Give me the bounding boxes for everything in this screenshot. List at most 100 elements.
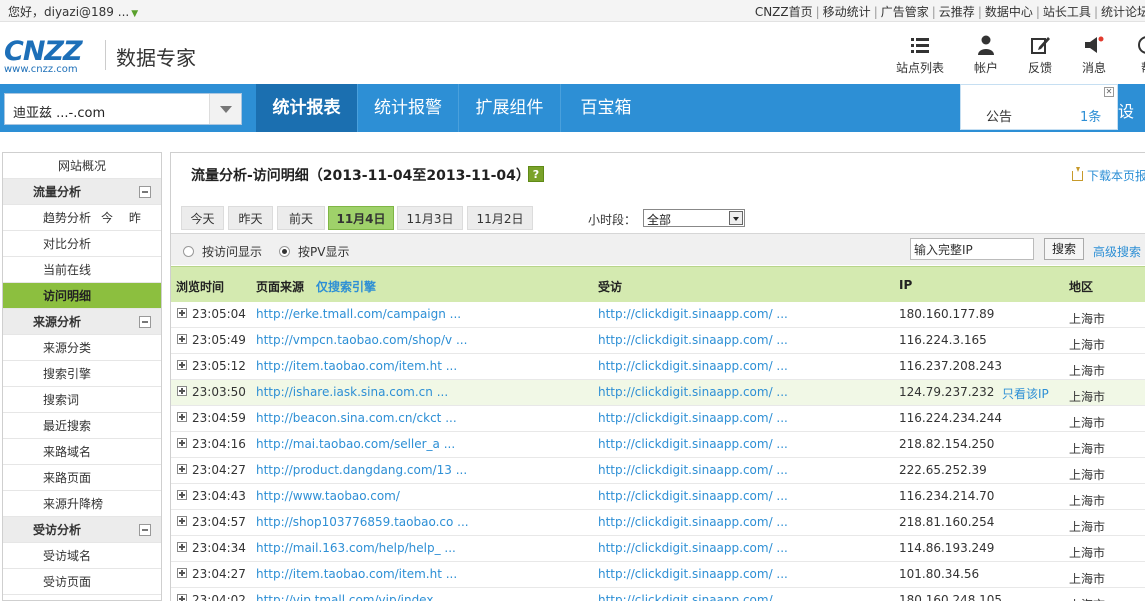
sidebar-item-source-rank[interactable]: 来源升降榜 xyxy=(3,491,161,517)
message-button[interactable]: 消息 xyxy=(1082,35,1106,76)
tab-stat-alerts[interactable]: 统计报警 xyxy=(358,84,459,132)
table-row[interactable]: 23:04:02 http://vip.tmall.com/vip/index .… xyxy=(171,588,1145,601)
row-visited-link[interactable]: http://clickdigit.sinaapp.com/ ... xyxy=(598,593,788,601)
site-list-button[interactable]: 站点列表 xyxy=(896,35,944,76)
row-visited-link[interactable]: http://clickdigit.sinaapp.com/ ... xyxy=(598,411,788,425)
row-visited-link[interactable]: http://clickdigit.sinaapp.com/ ... xyxy=(598,385,788,399)
help-center-button[interactable]: 帮 xyxy=(1136,35,1145,76)
notice-count[interactable]: 1条 xyxy=(1080,106,1101,125)
sidebar-item-recent-search[interactable]: 最近搜索 xyxy=(3,413,161,439)
link-cloud-recommend[interactable]: 云推荐 xyxy=(939,5,975,19)
table-row[interactable]: 23:03:50 http://ishare.iask.sina.com.cn .… xyxy=(171,380,1145,406)
notice-panel[interactable]: 公告 1条 ✕ xyxy=(960,84,1118,130)
table-row[interactable]: 23:04:27 http://item.taobao.com/item.ht .… xyxy=(171,562,1145,588)
expand-icon[interactable] xyxy=(177,438,187,448)
table-row[interactable]: 23:05:49 http://vmpcn.taobao.com/shop/v .… xyxy=(171,328,1145,354)
expand-icon[interactable] xyxy=(177,360,187,370)
row-source-link[interactable]: http://ishare.iask.sina.com.cn ... xyxy=(256,385,586,399)
row-source-link[interactable]: http://beacon.sina.com.cn/ckct ... xyxy=(256,411,586,425)
radio-by-pv[interactable]: 按PV显示 xyxy=(279,243,349,260)
date-tab-nov3[interactable]: 11月3日 xyxy=(397,206,463,230)
table-row[interactable]: 23:04:16 http://mai.taobao.com/seller_a .… xyxy=(171,432,1145,458)
sidebar-item-source-category[interactable]: 来源分类 xyxy=(3,335,161,361)
expand-icon[interactable] xyxy=(177,412,187,422)
advanced-search-link[interactable]: 高级搜索 xyxy=(1093,243,1141,260)
date-tab-day-before[interactable]: 前天 xyxy=(277,206,325,230)
expand-icon[interactable] xyxy=(177,594,187,601)
link-data-center[interactable]: 数据中心 xyxy=(985,5,1033,19)
link-ad-manager[interactable]: 广告管家 xyxy=(881,5,929,19)
table-row[interactable]: 23:05:04 http://erke.tmall.com/campaign .… xyxy=(171,302,1145,328)
sidebar-item-visited-domain[interactable]: 受访域名 xyxy=(3,543,161,569)
sidebar-item-search-term[interactable]: 搜索词 xyxy=(3,387,161,413)
link-forum[interactable]: 统计论坛 xyxy=(1101,5,1145,19)
expand-icon[interactable] xyxy=(177,386,187,396)
search-engine-only-link[interactable]: 仅搜索引擎 xyxy=(316,278,376,295)
row-visited-link[interactable]: http://clickdigit.sinaapp.com/ ... xyxy=(598,515,788,529)
row-visited-link[interactable]: http://clickdigit.sinaapp.com/ ... xyxy=(598,437,788,451)
sidebar-item-referrer-domain[interactable]: 来路域名 xyxy=(3,439,161,465)
sidebar-item-trend[interactable]: 趋势分析今 昨 xyxy=(3,205,161,231)
row-visited-link[interactable]: http://clickdigit.sinaapp.com/ ... xyxy=(598,489,788,503)
table-row[interactable]: 23:04:27 http://product.dangdang.com/13 .… xyxy=(171,458,1145,484)
user-greeting[interactable]: 您好，diyazi@189 ... ▼ xyxy=(8,3,138,20)
chevron-down-icon[interactable] xyxy=(729,211,743,225)
sidebar-item-search-engine[interactable]: 搜索引擎 xyxy=(3,361,161,387)
link-cnzz-home[interactable]: CNZZ首页 xyxy=(755,5,813,19)
tab-extensions[interactable]: 扩展组件 xyxy=(459,84,561,132)
sidebar-group-visited[interactable]: 受访分析 xyxy=(3,517,161,543)
sidebar-item-online[interactable]: 当前在线 xyxy=(3,257,161,283)
radio-circle[interactable] xyxy=(183,246,194,257)
radio-by-visit[interactable]: 按访问显示 xyxy=(183,243,262,260)
account-button[interactable]: 帐户 xyxy=(974,35,998,76)
period-select[interactable]: 全部 xyxy=(643,209,745,227)
collapse-icon[interactable] xyxy=(139,524,151,536)
row-source-link[interactable]: http://mail.163.com/help/help_ ... xyxy=(256,541,586,555)
date-tab-nov4[interactable]: 11月4日 xyxy=(328,206,394,230)
radio-circle-selected[interactable] xyxy=(279,246,290,257)
row-source-link[interactable]: http://shop103776859.taobao.co ... xyxy=(256,515,586,529)
ip-search-input[interactable] xyxy=(910,238,1034,260)
only-this-ip-link[interactable]: 只看该IP xyxy=(1002,385,1049,402)
expand-icon[interactable] xyxy=(177,542,187,552)
row-visited-link[interactable]: http://clickdigit.sinaapp.com/ ... xyxy=(598,307,788,321)
table-row[interactable]: 23:04:57 http://shop103776859.taobao.co .… xyxy=(171,510,1145,536)
tab-stat-reports[interactable]: 统计报表 xyxy=(256,84,358,132)
row-visited-link[interactable]: http://clickdigit.sinaapp.com/ ... xyxy=(598,567,788,581)
row-source-link[interactable]: http://item.taobao.com/item.ht ... xyxy=(256,359,586,373)
row-source-link[interactable]: http://vmpcn.taobao.com/shop/v ... xyxy=(256,333,586,347)
row-visited-link[interactable]: http://clickdigit.sinaapp.com/ ... xyxy=(598,541,788,555)
link-mobile-stats[interactable]: 移动统计 xyxy=(823,5,871,19)
table-row[interactable]: 23:04:59 http://beacon.sina.com.cn/ckct .… xyxy=(171,406,1145,432)
sidebar-item-visited-page[interactable]: 受访页面 xyxy=(3,569,161,595)
expand-icon[interactable] xyxy=(177,464,187,474)
table-row[interactable]: 23:05:12 http://item.taobao.com/item.ht .… xyxy=(171,354,1145,380)
row-visited-link[interactable]: http://clickdigit.sinaapp.com/ ... xyxy=(598,359,788,373)
tab-toolbox[interactable]: 百宝箱 xyxy=(561,84,651,132)
chevron-down-icon[interactable] xyxy=(209,94,241,124)
close-icon[interactable]: ✕ xyxy=(1104,87,1114,97)
site-select[interactable]: 迪亚兹 ...-.com xyxy=(4,93,242,125)
sidebar-item-visit-detail[interactable]: 访问明细 xyxy=(3,283,161,309)
feedback-button[interactable]: 反馈 xyxy=(1028,35,1052,76)
date-tab-today[interactable]: 今天 xyxy=(181,206,224,230)
cnzz-logo[interactable]: CNZZ www.cnzz.com xyxy=(4,38,96,75)
collapse-icon[interactable] xyxy=(139,316,151,328)
sidebar-item-referrer-page[interactable]: 来路页面 xyxy=(3,465,161,491)
expand-icon[interactable] xyxy=(177,568,187,578)
row-source-link[interactable]: http://mai.taobao.com/seller_a ... xyxy=(256,437,586,451)
row-visited-link[interactable]: http://clickdigit.sinaapp.com/ ... xyxy=(598,463,788,477)
row-source-link[interactable]: http://item.taobao.com/item.ht ... xyxy=(256,567,586,581)
download-report-link[interactable]: 下载本页报 xyxy=(1072,167,1145,184)
help-question-icon[interactable]: ? xyxy=(528,166,544,182)
expand-icon[interactable] xyxy=(177,516,187,526)
search-button[interactable]: 搜索 xyxy=(1044,238,1084,260)
row-visited-link[interactable]: http://clickdigit.sinaapp.com/ ... xyxy=(598,333,788,347)
expand-icon[interactable] xyxy=(177,490,187,500)
sidebar-group-source[interactable]: 来源分析 xyxy=(3,309,161,335)
row-source-link[interactable]: http://www.taobao.com/ xyxy=(256,489,586,503)
chevron-down-icon[interactable]: ▼ xyxy=(131,9,138,19)
collapse-icon[interactable] xyxy=(139,186,151,198)
sidebar-group-traffic[interactable]: 流量分析 xyxy=(3,179,161,205)
table-row[interactable]: 23:04:34 http://mail.163.com/help/help_ .… xyxy=(171,536,1145,562)
